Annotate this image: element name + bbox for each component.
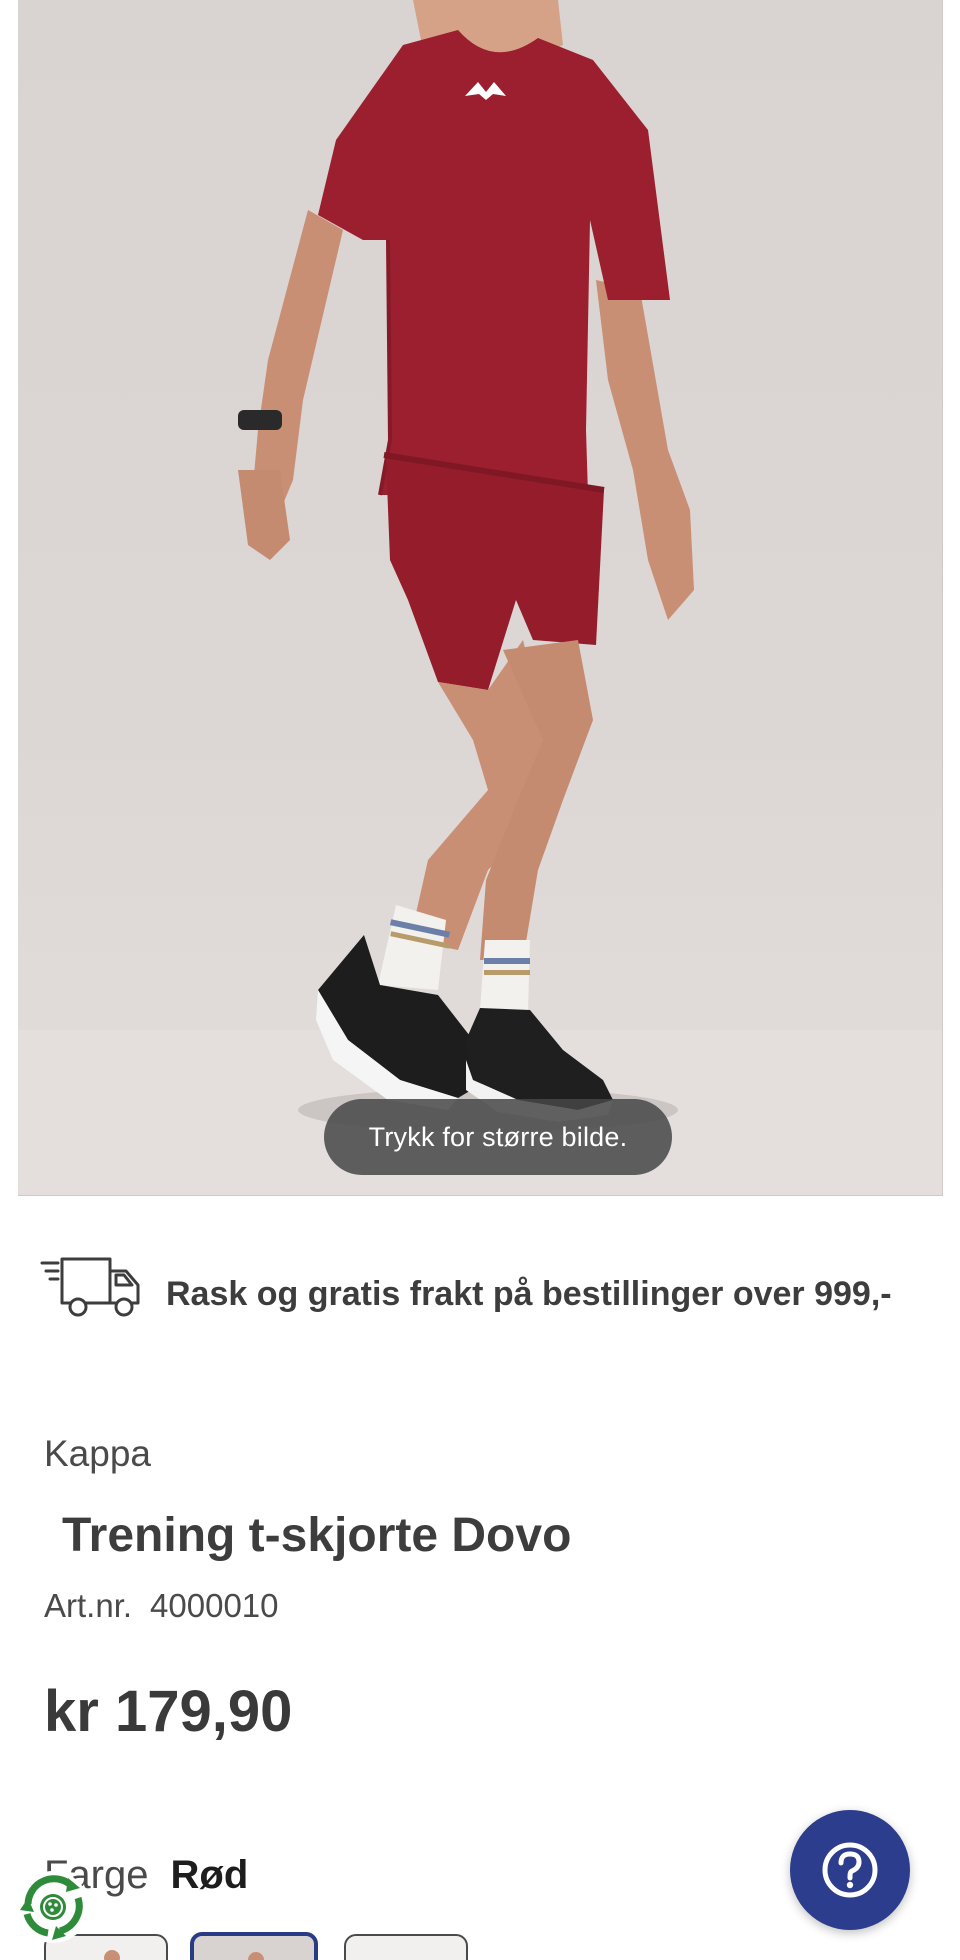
recycle-badge-icon[interactable] <box>14 1868 92 1946</box>
selected-color: Rød <box>170 1853 249 1897</box>
article-number-label: Art.nr. <box>44 1587 133 1624</box>
zoom-hint-label[interactable]: Trykk for større bilde. <box>324 1099 672 1175</box>
product-photo <box>18 0 942 1195</box>
delivery-truck-icon <box>40 1257 140 1317</box>
article-number: Art.nr. 4000010 <box>44 1587 279 1625</box>
help-button[interactable] <box>790 1810 910 1930</box>
swatch-thumbnail <box>248 1952 264 1960</box>
question-mark-icon <box>822 1842 878 1898</box>
brand-name[interactable]: Kappa <box>44 1433 151 1475</box>
product-price: kr 179,90 <box>44 1679 293 1744</box>
product-title: Trening t-skjorte Dovo <box>62 1509 572 1562</box>
color-swatch[interactable] <box>344 1934 468 1960</box>
product-image[interactable]: Trykk for større bilde. <box>18 0 943 1196</box>
article-number-value: 4000010 <box>150 1587 279 1624</box>
product-page: Trykk for større bilde. Rask og gratis f… <box>0 0 960 1960</box>
shipping-text: Rask og gratis frakt på bestillinger ove… <box>166 1275 892 1313</box>
shipping-banner: Rask og gratis frakt på bestillinger ove… <box>40 1255 940 1335</box>
color-swatch-selected[interactable] <box>190 1932 318 1960</box>
